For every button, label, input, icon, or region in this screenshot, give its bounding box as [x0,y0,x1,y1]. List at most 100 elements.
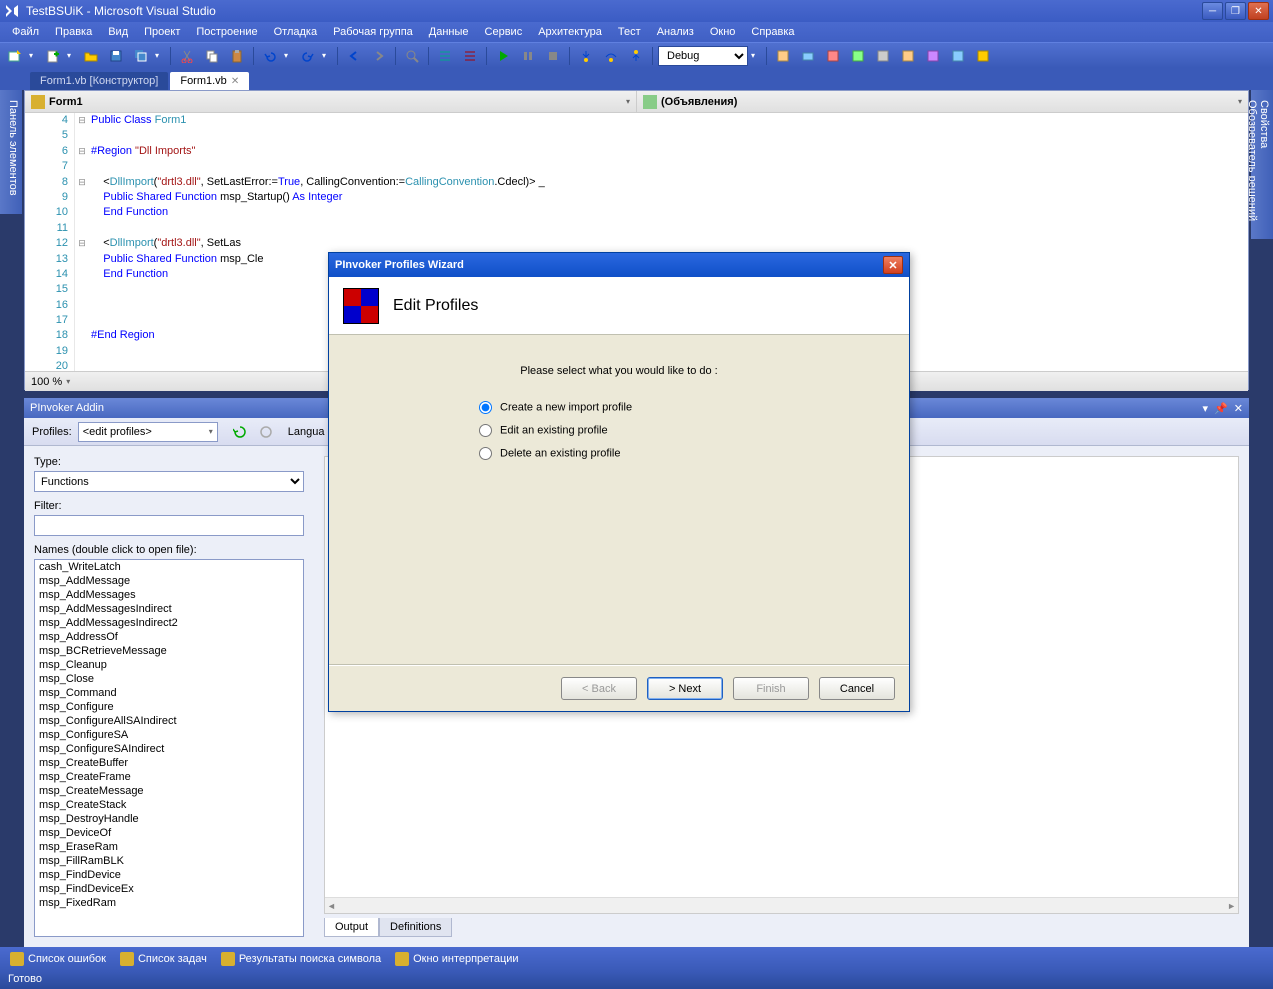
nav-fwd-icon[interactable] [368,45,390,67]
right-panel-tabs[interactable]: СвойстваОбозреватель решений [1251,90,1273,239]
menu-вид[interactable]: Вид [100,24,136,40]
save-all-icon[interactable] [130,45,152,67]
save-icon[interactable] [105,45,127,67]
bottom-link[interactable]: Результаты поиска символа [221,952,381,966]
list-item[interactable]: msp_CreateMessage [35,784,303,798]
redo-icon[interactable] [297,45,319,67]
list-item[interactable]: msp_DeviceOf [35,826,303,840]
copy-icon[interactable] [201,45,223,67]
wizard-option-edit[interactable]: Edit an existing profile [479,424,759,437]
config-select[interactable]: Debug [658,46,748,66]
tool-icon-4[interactable] [847,45,869,67]
wizard-option-create[interactable]: Create a new import profile [479,401,759,414]
toolbox-panel-tab[interactable]: Панель элементов [0,90,22,214]
list-item[interactable]: msp_AddMessagesIndirect2 [35,616,303,630]
list-item[interactable]: msp_AddMessagesIndirect [35,602,303,616]
uncomment-icon[interactable] [459,45,481,67]
menu-отладка[interactable]: Отладка [266,24,325,40]
menu-анализ[interactable]: Анализ [649,24,702,40]
maximize-button[interactable]: ❐ [1225,2,1246,20]
menu-окно[interactable]: Окно [702,24,744,40]
bottom-link[interactable]: Окно интерпретации [395,952,518,966]
menu-проект[interactable]: Проект [136,24,188,40]
list-item[interactable]: msp_DestroyHandle [35,812,303,826]
save-dropdown-icon[interactable]: ▾ [155,51,165,60]
scroll-left-icon[interactable]: ◄ [327,901,336,911]
menu-правка[interactable]: Правка [47,24,100,40]
paste-icon[interactable] [226,45,248,67]
list-item[interactable]: msp_CreateStack [35,798,303,812]
list-item[interactable]: msp_CreateFrame [35,770,303,784]
radio-create[interactable] [479,401,492,414]
step-over-icon[interactable] [600,45,622,67]
list-item[interactable]: msp_BCRetrieveMessage [35,644,303,658]
panel-dropdown-icon[interactable]: ▾ [1203,402,1209,415]
list-item[interactable]: msp_Close [35,672,303,686]
filter-input[interactable] [34,515,304,536]
step-into-icon[interactable] [575,45,597,67]
wizard-next-button[interactable]: > Next [647,677,723,700]
start-icon[interactable] [492,45,514,67]
list-item[interactable]: msp_EraseRam [35,840,303,854]
list-item[interactable]: msp_ConfigureAllSAIndirect [35,714,303,728]
step-out-icon[interactable] [625,45,647,67]
add-dropdown-icon[interactable]: ▾ [67,51,77,60]
definitions-tab[interactable]: Definitions [379,918,452,937]
add-item-icon[interactable] [42,45,64,67]
list-item[interactable]: msp_AddMessages [35,588,303,602]
comment-icon[interactable] [434,45,456,67]
tool-icon-5[interactable] [872,45,894,67]
pause-icon[interactable] [517,45,539,67]
menu-тест[interactable]: Тест [610,24,649,40]
output-tab[interactable]: Output [324,918,379,937]
wizard-cancel-button[interactable]: Cancel [819,677,895,700]
open-icon[interactable] [80,45,102,67]
list-item[interactable]: msp_CreateBuffer [35,756,303,770]
menu-файл[interactable]: Файл [4,24,47,40]
list-item[interactable]: msp_Command [35,686,303,700]
bottom-link[interactable]: Список задач [120,952,207,966]
list-item[interactable]: msp_ConfigureSAIndirect [35,742,303,756]
list-item[interactable]: msp_Configure [35,700,303,714]
tool-icon-7[interactable] [922,45,944,67]
new-project-icon[interactable] [4,45,26,67]
list-item[interactable]: msp_FillRamBLK [35,854,303,868]
wizard-titlebar[interactable]: PInvoker Profiles Wizard ✕ [329,253,909,277]
undo-dropdown-icon[interactable]: ▾ [284,51,294,60]
new-dropdown-icon[interactable]: ▾ [29,51,39,60]
zoom-caret-icon[interactable]: ▾ [66,377,70,386]
tab-close-icon[interactable]: ✕ [231,76,239,87]
wizard-close-button[interactable]: ✕ [883,256,903,274]
radio-edit[interactable] [479,424,492,437]
radio-delete[interactable] [479,447,492,460]
doc-tab[interactable]: Form1.vb✕ [170,72,249,90]
find-icon[interactable] [401,45,423,67]
tool-icon-1[interactable] [772,45,794,67]
type-select[interactable]: Functions [34,471,304,492]
menu-рабочая группа[interactable]: Рабочая группа [325,24,421,40]
tool-icon-2[interactable] [797,45,819,67]
undo-icon[interactable] [259,45,281,67]
member-dropdown[interactable]: (Объявления)▾ [637,91,1248,112]
stop-icon[interactable] [542,45,564,67]
panel-close-icon[interactable]: ✕ [1234,402,1243,415]
bottom-link[interactable]: Список ошибок [10,952,106,966]
class-dropdown[interactable]: Form1▾ [25,91,637,112]
refresh-icon[interactable] [230,422,250,442]
wizard-option-delete[interactable]: Delete an existing profile [479,447,759,460]
list-item[interactable]: msp_FindDeviceEx [35,882,303,896]
menu-построение[interactable]: Построение [188,24,265,40]
fold-gutter[interactable]: ⊟⊟⊟⊟ [75,113,89,371]
doc-tab[interactable]: Form1.vb [Конструктор] [30,72,168,90]
menu-сервис[interactable]: Сервис [477,24,531,40]
wizard-back-button[interactable]: < Back [561,677,637,700]
redo-dropdown-icon[interactable]: ▾ [322,51,332,60]
profiles-combo[interactable]: <edit profiles>▾ [78,422,218,442]
stop-refresh-icon[interactable] [256,422,276,442]
list-item[interactable]: msp_Cleanup [35,658,303,672]
list-item[interactable]: msp_AddMessage [35,574,303,588]
close-button[interactable]: ✕ [1248,2,1269,20]
scroll-right-icon[interactable]: ► [1227,901,1236,911]
list-item[interactable]: msp_FixedRam [35,896,303,910]
list-item[interactable]: msp_FindDevice [35,868,303,882]
